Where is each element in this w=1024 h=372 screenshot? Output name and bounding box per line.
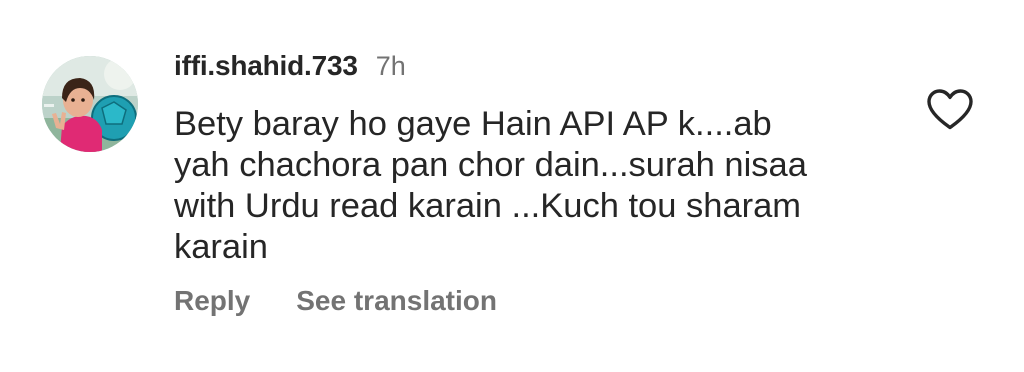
reply-button[interactable]: Reply bbox=[174, 285, 250, 317]
comment-header: iffi.shahid.733 7h bbox=[174, 46, 406, 86]
comment-actions: Reply See translation bbox=[174, 281, 497, 321]
avatar[interactable] bbox=[42, 56, 138, 152]
comment-item: iffi.shahid.733 7h Bety baray ho gaye Ha… bbox=[0, 0, 1024, 372]
comment-text: Bety baray ho gaye Hain API AP k....ab y… bbox=[174, 105, 807, 266]
see-translation-button[interactable]: See translation bbox=[296, 285, 497, 317]
avatar-photo bbox=[42, 56, 138, 152]
username-link[interactable]: iffi.shahid.733 bbox=[174, 50, 358, 82]
heart-outline-icon[interactable] bbox=[925, 87, 975, 131]
comment-timestamp: 7h bbox=[375, 50, 406, 81]
